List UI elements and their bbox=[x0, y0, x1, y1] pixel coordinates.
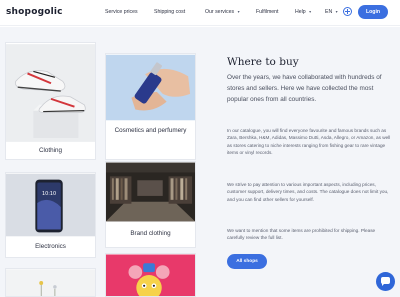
smartphone-image: 10:10 bbox=[6, 173, 95, 237]
intro-text: Over the years, we have collaborated wit… bbox=[227, 74, 382, 103]
category-card-partial[interactable] bbox=[5, 268, 96, 297]
site-header: shopogolic Service prices Shipping cost … bbox=[0, 0, 400, 26]
chevron-down-icon: ▾ bbox=[237, 9, 240, 14]
nav-label: Shipping cost bbox=[154, 9, 186, 15]
nav-shipping-cost[interactable]: Shipping cost bbox=[154, 9, 185, 15]
category-label: Cosmetics and perfumery bbox=[114, 127, 187, 134]
catalogue-paragraph: In our catalogue, you will find everyone… bbox=[227, 128, 391, 155]
chat-icon[interactable] bbox=[376, 272, 395, 291]
sneakers-image bbox=[6, 44, 95, 142]
login-button[interactable]: Login bbox=[358, 5, 388, 19]
category-label: Clothing bbox=[38, 147, 63, 154]
category-image bbox=[6, 269, 95, 296]
svg-text:10:10: 10:10 bbox=[42, 191, 56, 197]
language-selector[interactable]: EN ▾ bbox=[325, 9, 338, 15]
category-card-clothing[interactable]: Clothing bbox=[5, 42, 96, 160]
all-shops-button[interactable]: All shops bbox=[227, 254, 267, 269]
attention-paragraph: We strive to pay attention to various im… bbox=[227, 182, 389, 202]
page-title: Where to buy bbox=[227, 56, 299, 68]
category-label: Electronics bbox=[35, 243, 66, 250]
nav-our-services[interactable]: Our services ▾ bbox=[205, 9, 240, 15]
language-label: EN bbox=[325, 9, 333, 15]
chevron-down-icon: ▾ bbox=[335, 9, 338, 14]
nav-label: Our services bbox=[205, 9, 235, 15]
category-card-cosmetics[interactable]: Cosmetics and perfumery bbox=[105, 53, 196, 160]
toy-image bbox=[106, 254, 195, 296]
chevron-down-icon: ▾ bbox=[309, 9, 312, 14]
globe-icon[interactable] bbox=[343, 7, 352, 16]
site-logo[interactable]: shopogolic bbox=[6, 7, 63, 17]
category-card-brand-clothing[interactable]: Brand clothing bbox=[105, 161, 196, 248]
category-card-electronics[interactable]: 10:10 Electronics bbox=[5, 172, 96, 258]
nav-help[interactable]: Help ▾ bbox=[295, 9, 311, 15]
nav-label: Fulfilment bbox=[256, 9, 279, 15]
nav-service-prices[interactable]: Service prices bbox=[105, 9, 138, 15]
nav-label: Help bbox=[295, 9, 306, 15]
category-label: Brand clothing bbox=[130, 230, 171, 237]
prohibited-items-paragraph: We want to mention that some items are p… bbox=[227, 228, 376, 241]
nav-label: Service prices bbox=[105, 9, 138, 15]
clothing-store-image bbox=[106, 162, 195, 222]
category-card-partial[interactable] bbox=[105, 253, 196, 297]
perfume-image bbox=[106, 54, 195, 121]
nav-fulfilment[interactable]: Fulfilment bbox=[256, 9, 279, 15]
